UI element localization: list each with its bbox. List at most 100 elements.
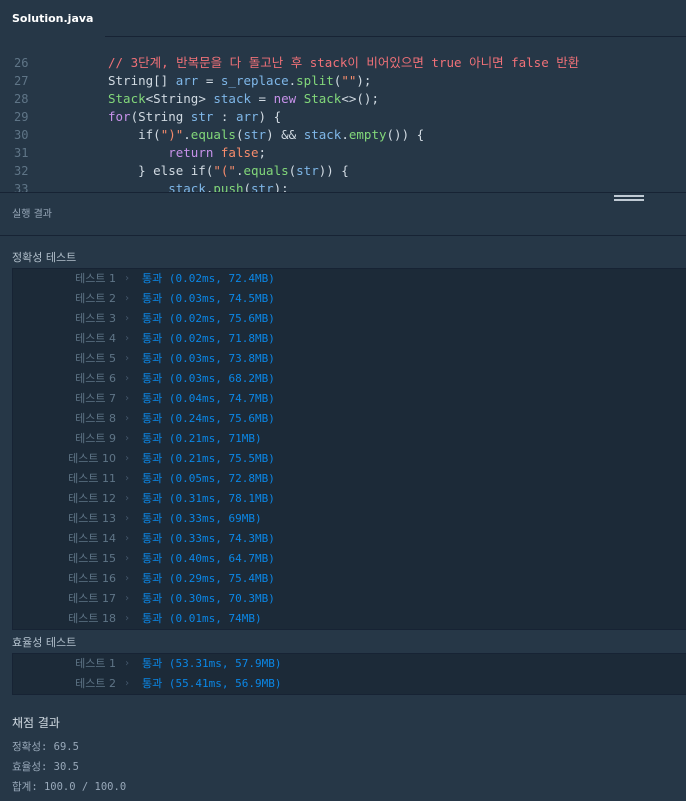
chevron-right-icon: › — [124, 353, 131, 364]
test-result-text: 통과 (0.04ms, 74.7MB) — [142, 392, 275, 405]
test-name: 테스트 18 — [68, 612, 116, 625]
test-result-row[interactable]: 테스트 13 › 통과 (0.33ms, 69MB) — [13, 509, 686, 529]
test-name: 테스트 15 — [68, 552, 116, 565]
test-name: 테스트 1 — [75, 657, 116, 670]
code-token: str — [190, 109, 214, 124]
total-score-label: 합계 — [12, 781, 32, 793]
chevron-right-icon: › — [124, 593, 131, 604]
code-token: arr — [175, 73, 199, 88]
code-token: ()) { — [386, 127, 425, 142]
test-result-text: 통과 (0.33ms, 69MB) — [142, 512, 262, 525]
test-result-text: 통과 (0.24ms, 75.6MB) — [142, 412, 275, 425]
test-result-row[interactable]: 테스트 10 › 통과 (0.21ms, 75.5MB) — [13, 449, 686, 469]
code-token: } else if( — [108, 163, 214, 178]
test-result-text: 통과 (0.40ms, 64.7MB) — [142, 552, 275, 565]
test-result-text: 통과 (0.30ms, 70.3MB) — [142, 592, 275, 605]
chevron-right-icon: › — [124, 553, 131, 564]
test-result-row[interactable]: 테스트 9 › 통과 (0.21ms, 71MB) — [13, 429, 686, 449]
test-name: 테스트 11 — [68, 472, 116, 485]
code-token: <String> — [145, 91, 214, 106]
chevron-right-icon: › — [124, 658, 131, 669]
grading-result-title: 채점 결과 — [12, 716, 60, 730]
test-result-text: 통과 (0.21ms, 71MB) — [142, 432, 262, 445]
code-text: String[] arr = s_replace.split(""); — [108, 72, 371, 90]
editor-tab-bar: Solution.java — [0, 0, 686, 37]
line-number: 33 — [14, 182, 29, 192]
test-name: 테스트 8 — [75, 412, 116, 425]
test-name: 테스트 17 — [68, 592, 116, 605]
efficiency-test-title: 효율성 테스트 — [12, 636, 77, 649]
code-token: false — [220, 145, 259, 160]
test-result-text: 통과 (53.31ms, 57.9MB) — [142, 657, 282, 670]
test-result-row[interactable]: 테스트 12 › 통과 (0.31ms, 78.1MB) — [13, 489, 686, 509]
code-token: str — [296, 163, 319, 178]
code-token: arr — [235, 109, 259, 124]
code-token: Stack — [108, 91, 146, 106]
test-result-row[interactable]: 테스트 16 › 통과 (0.29ms, 75.4MB) — [13, 569, 686, 589]
test-result-row[interactable]: 테스트 6 › 통과 (0.03ms, 68.2MB) — [13, 369, 686, 389]
test-name: 테스트 9 — [75, 432, 116, 445]
total-score-value: : 100.0 / 100.0 — [31, 781, 127, 793]
code-token: for — [108, 109, 131, 124]
test-result-row[interactable]: 테스트 2 › 통과 (55.41ms, 56.9MB) — [13, 674, 686, 694]
test-result-row[interactable]: 테스트 5 › 통과 (0.03ms, 73.8MB) — [13, 349, 686, 369]
test-result-row[interactable]: 테스트 1 › 통과 (53.31ms, 57.9MB) — [13, 654, 686, 674]
accuracy-score-label: 정확성 — [12, 741, 41, 753]
file-tab-solution-java[interactable]: Solution.java — [0, 0, 106, 37]
test-result-text: 통과 (0.31ms, 78.1MB) — [142, 492, 275, 505]
test-name: 테스트 4 — [75, 332, 116, 345]
chevron-right-icon: › — [124, 533, 131, 544]
code-token: "" — [341, 73, 357, 88]
accuracy-test-title: 정확성 테스트 — [12, 251, 77, 264]
test-result-row[interactable]: 테스트 1 › 통과 (0.02ms, 72.4MB) — [13, 269, 686, 289]
code-token: <>(); — [341, 91, 379, 106]
test-result-text: 통과 (0.05ms, 72.8MB) — [142, 472, 275, 485]
test-name: 테스트 2 — [75, 677, 116, 690]
line-number: 28 — [14, 92, 29, 106]
chevron-right-icon: › — [124, 613, 131, 624]
code-token: equals — [190, 127, 236, 142]
code-token: // 3단계, 반복문을 다 돌고난 후 stack이 비어있으면 true 아… — [108, 55, 580, 70]
test-name: 테스트 3 — [75, 312, 116, 325]
resize-handle-icon[interactable] — [614, 195, 644, 203]
total-score: 합계: 100.0 / 100.0 — [12, 779, 126, 794]
test-name: 테스트 6 — [75, 372, 116, 385]
code-token: str — [243, 127, 267, 142]
code-token: = — [198, 73, 221, 88]
code-editor[interactable]: 26 // 3단계, 반복문을 다 돌고난 후 stack이 비어있으면 true… — [0, 48, 686, 192]
test-name: 테스트 2 — [75, 292, 116, 305]
code-token: ); — [356, 73, 372, 88]
code-text: stack.push(str); — [108, 180, 288, 192]
code-text: // 3단계, 반복문을 다 돌고난 후 stack이 비어있으면 true 아… — [108, 54, 579, 72]
test-result-row[interactable]: 테스트 14 › 통과 (0.33ms, 74.3MB) — [13, 529, 686, 549]
test-result-row[interactable]: 테스트 4 › 통과 (0.02ms, 71.8MB) — [13, 329, 686, 349]
code-token: = — [251, 91, 274, 106]
test-result-row[interactable]: 테스트 7 › 통과 (0.04ms, 74.7MB) — [13, 389, 686, 409]
code-token: equals — [243, 163, 289, 178]
test-result-text: 통과 (0.03ms, 73.8MB) — [142, 352, 275, 365]
test-result-row[interactable]: 테스트 8 › 통과 (0.24ms, 75.6MB) — [13, 409, 686, 429]
code-token: str — [251, 181, 274, 192]
test-result-row[interactable]: 테스트 3 › 통과 (0.02ms, 75.6MB) — [13, 309, 686, 329]
code-text: Stack<String> stack = new Stack<>(); — [108, 90, 379, 108]
code-token: return — [168, 145, 214, 160]
accuracy-test-list: 테스트 1 › 통과 (0.02ms, 72.4MB) 테스트 2 › 통과 (0.03m… — [12, 268, 686, 630]
code-text: } else if("(".equals(str)) { — [108, 162, 349, 180]
code-token: stack — [168, 181, 206, 192]
test-result-row[interactable]: 테스트 2 › 통과 (0.03ms, 74.5MB) — [13, 289, 686, 309]
file-tab-label: Solution.java — [12, 12, 94, 25]
chevron-right-icon: › — [124, 293, 131, 304]
efficiency-score: 효율성: 30.5 — [12, 759, 79, 774]
panel-divider — [0, 192, 686, 236]
test-name: 테스트 14 — [68, 532, 116, 545]
line-number: 26 — [14, 56, 29, 70]
test-result-text: 통과 (0.02ms, 72.4MB) — [142, 272, 275, 285]
chevron-right-icon: › — [124, 313, 131, 324]
test-result-row[interactable]: 테스트 17 › 통과 (0.30ms, 70.3MB) — [13, 589, 686, 609]
test-result-row[interactable]: 테스트 11 › 통과 (0.05ms, 72.8MB) — [13, 469, 686, 489]
code-text: return false; — [108, 144, 266, 162]
efficiency-score-label: 효율성 — [12, 761, 41, 773]
test-result-row[interactable]: 테스트 18 › 통과 (0.01ms, 74MB) — [13, 609, 686, 629]
test-result-row[interactable]: 테스트 15 › 통과 (0.40ms, 64.7MB) — [13, 549, 686, 569]
